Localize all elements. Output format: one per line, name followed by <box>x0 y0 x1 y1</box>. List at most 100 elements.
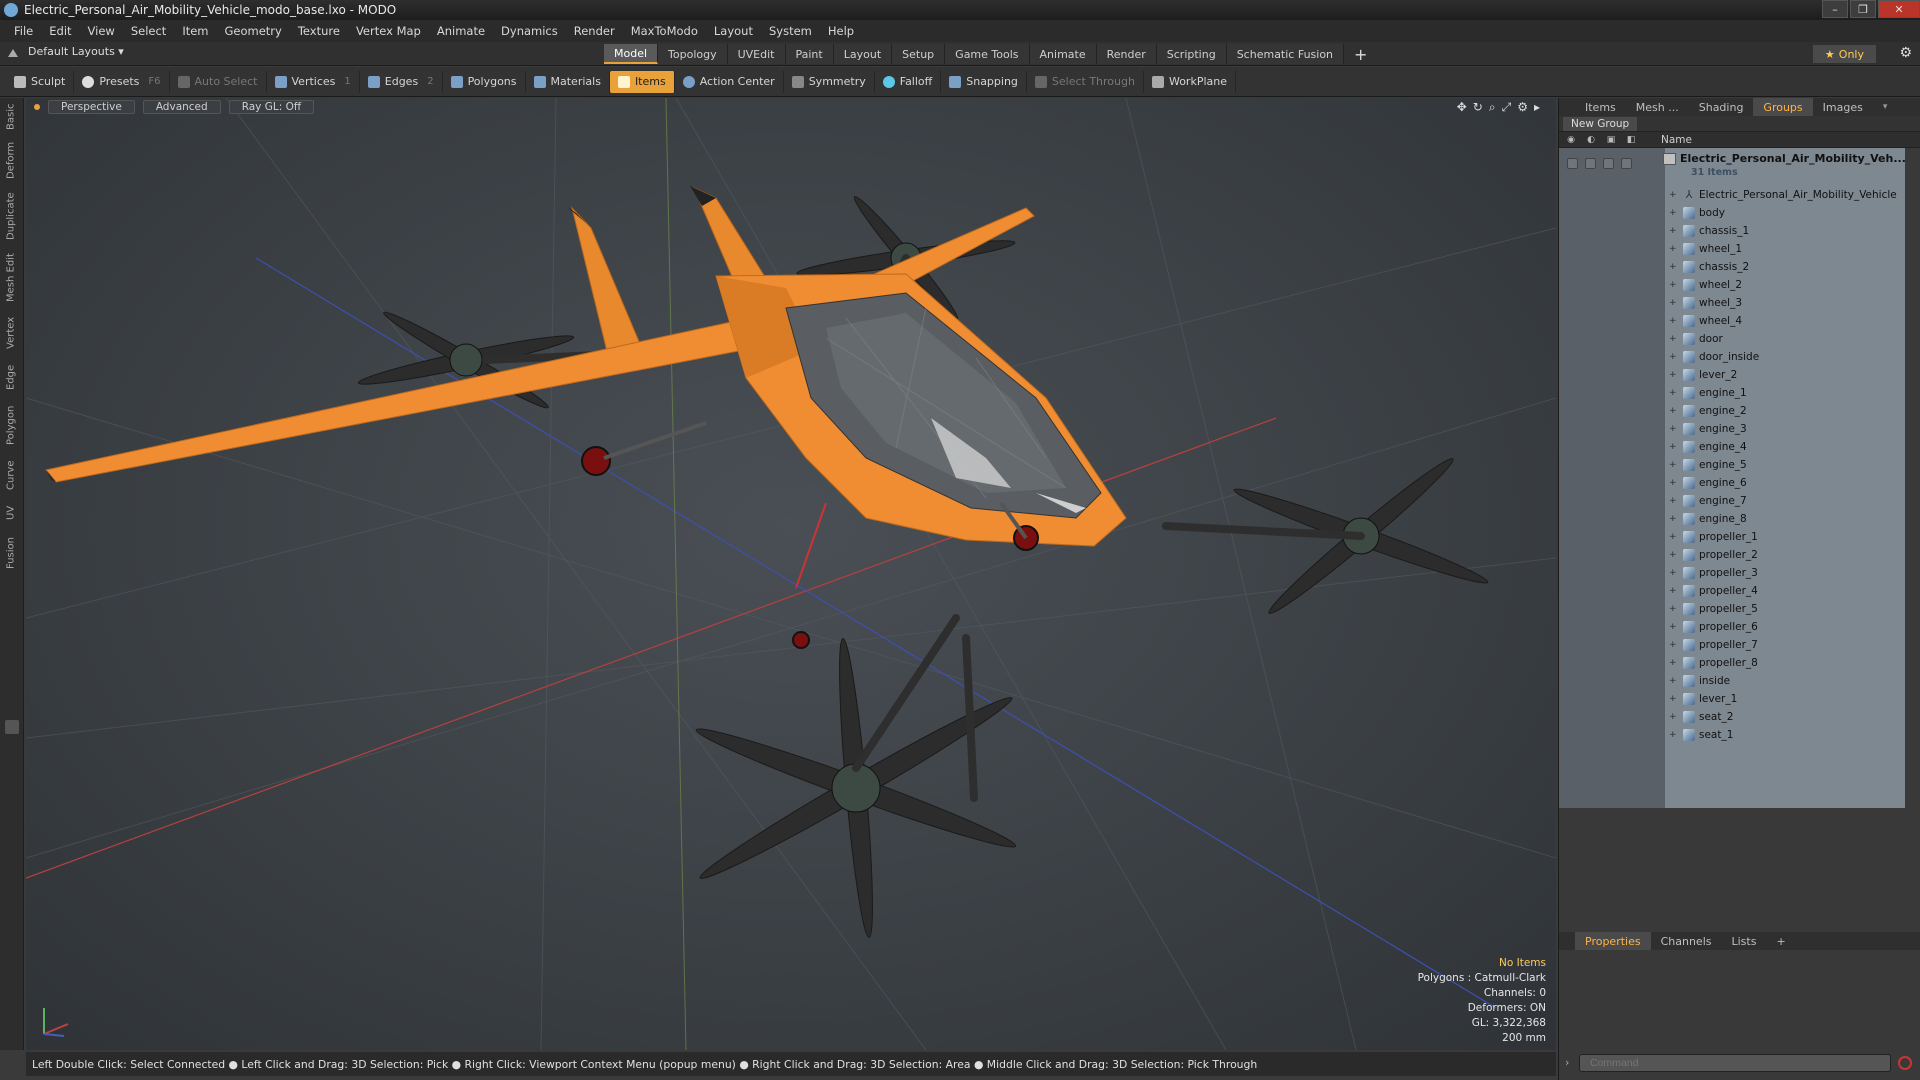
record-macro-icon[interactable] <box>1898 1056 1912 1070</box>
menu-layout[interactable]: Layout <box>706 24 761 38</box>
list-item[interactable]: + engine_4 <box>1559 438 1905 455</box>
list-item[interactable]: + propeller_4 <box>1559 582 1905 599</box>
tab-schematic-fusion[interactable]: Schematic Fusion <box>1226 44 1345 64</box>
panel-toggle-icon[interactable] <box>5 720 19 734</box>
lefttab-basic[interactable]: Basic <box>3 102 19 132</box>
viewport-settings-icon[interactable]: ⚙ <box>1517 100 1528 115</box>
minimize-button[interactable]: – <box>1822 0 1848 18</box>
lefttab-deform[interactable]: Deform <box>3 140 19 180</box>
shading-advanced-button[interactable]: Advanced <box>142 100 221 114</box>
close-button[interactable]: ✕ <box>1878 0 1920 18</box>
menu-vertex-map[interactable]: Vertex Map <box>348 24 429 38</box>
list-item[interactable]: + wheel_4 <box>1559 312 1905 329</box>
list-item[interactable]: + engine_8 <box>1559 510 1905 527</box>
expand-arrow-icon[interactable]: + <box>1669 226 1677 236</box>
lock-column-icon[interactable]: ▣ <box>1603 133 1619 147</box>
command-input[interactable] <box>1579 1054 1891 1072</box>
view-perspective-button[interactable]: Perspective <box>48 100 135 114</box>
expand-arrow-icon[interactable]: + <box>1669 406 1677 416</box>
raygl-toggle[interactable]: Ray GL: Off <box>228 100 315 114</box>
tab-uvedit[interactable]: UVEdit <box>727 44 786 64</box>
list-item[interactable]: + lever_1 <box>1559 690 1905 707</box>
list-item[interactable]: + engine_3 <box>1559 420 1905 437</box>
list-item[interactable]: + inside <box>1559 672 1905 689</box>
list-item[interactable]: + engine_1 <box>1559 384 1905 401</box>
fit-view-icon[interactable]: ⤢ <box>1502 100 1512 115</box>
tab-groups[interactable]: Groups <box>1753 98 1813 116</box>
expand-arrow-icon[interactable]: + <box>1669 676 1677 686</box>
expand-arrow-icon[interactable]: + <box>1669 496 1677 506</box>
add-tab-icon[interactable]: + <box>1766 932 1795 950</box>
tab-scripting[interactable]: Scripting <box>1156 44 1227 64</box>
lefttab-fusion[interactable]: Fusion <box>3 534 19 572</box>
expand-arrow-icon[interactable]: + <box>1669 316 1677 326</box>
groups-list[interactable]: Electric_Personal_Air_Mobility_Veh... 31 … <box>1559 148 1906 808</box>
expand-arrow-icon[interactable]: + <box>1669 514 1677 524</box>
expand-arrow-icon[interactable]: + <box>1669 388 1677 398</box>
expand-arrow-icon[interactable]: + <box>1669 298 1677 308</box>
name-column-header[interactable]: Name <box>1661 134 1692 146</box>
expand-arrow-icon[interactable]: + <box>1669 712 1677 722</box>
3d-viewport[interactable]: Perspective Advanced Ray GL: Off ✥ ↻ ⌕ ⤢… <box>26 98 1556 1050</box>
expand-arrow-icon[interactable]: + <box>1669 604 1677 614</box>
items-button[interactable]: Items <box>609 70 675 93</box>
expand-arrow-icon[interactable]: + <box>1669 730 1677 740</box>
expand-arrow-icon[interactable]: + <box>1669 550 1677 560</box>
list-item[interactable]: + wheel_1 <box>1559 240 1905 257</box>
menu-view[interactable]: View <box>80 24 123 38</box>
list-item[interactable]: + door_inside <box>1559 348 1905 365</box>
default-layouts-dropdown[interactable]: Default Layouts ▾ <box>8 45 124 58</box>
menu-item[interactable]: Item <box>174 24 216 38</box>
workplane-button[interactable]: WorkPlane <box>1144 70 1236 93</box>
row-toggle-checkbox[interactable] <box>1621 158 1632 169</box>
expand-arrow-icon[interactable]: + <box>1669 586 1677 596</box>
expand-arrow-icon[interactable]: + <box>1669 532 1677 542</box>
lefttab-vertex[interactable]: Vertex <box>3 314 19 352</box>
vertices-button[interactable]: Vertices 1 <box>267 70 360 93</box>
expand-arrow-icon[interactable]: + <box>1669 568 1677 578</box>
list-item[interactable]: + engine_6 <box>1559 474 1905 491</box>
zoom-view-icon[interactable]: ⌕ <box>1489 100 1496 115</box>
falloff-button[interactable]: Falloff <box>875 70 942 93</box>
action-center-button[interactable]: Action Center <box>675 70 784 93</box>
menu-maxtomodo[interactable]: MaxToModo <box>623 24 706 38</box>
menu-select[interactable]: Select <box>123 24 174 38</box>
menu-dynamics[interactable]: Dynamics <box>493 24 566 38</box>
menu-texture[interactable]: Texture <box>290 24 348 38</box>
list-item[interactable]: + chassis_2 <box>1559 258 1905 275</box>
expand-arrow-icon[interactable]: + <box>1669 478 1677 488</box>
restore-button[interactable]: ❐ <box>1850 0 1876 18</box>
group-row[interactable]: Electric_Personal_Air_Mobility_Veh... 31 … <box>1559 152 1906 180</box>
row-toggle-checkbox[interactable] <box>1585 158 1596 169</box>
snapping-button[interactable]: Snapping <box>941 70 1027 93</box>
list-item[interactable]: + propeller_7 <box>1559 636 1905 653</box>
tab-model[interactable]: Model <box>604 44 659 64</box>
list-item[interactable]: + engine_5 <box>1559 456 1905 473</box>
expand-arrow-icon[interactable]: + <box>1669 424 1677 434</box>
visibility-column-icon[interactable]: ◉ <box>1563 133 1579 147</box>
add-tab-button[interactable]: + <box>1344 44 1377 64</box>
menu-geometry[interactable]: Geometry <box>217 24 290 38</box>
tab-shading[interactable]: Shading <box>1689 98 1754 116</box>
list-item[interactable]: + body <box>1559 204 1905 221</box>
list-item[interactable]: + wheel_2 <box>1559 276 1905 293</box>
tab-render[interactable]: Render <box>1096 44 1157 64</box>
move-view-icon[interactable]: ✥ <box>1457 100 1467 115</box>
gear-icon[interactable]: ⚙ <box>1899 45 1912 61</box>
tab-items[interactable]: Items <box>1575 98 1626 116</box>
menu-animate[interactable]: Animate <box>429 24 493 38</box>
tab-animate[interactable]: Animate <box>1029 44 1097 64</box>
lefttab-curve[interactable]: Curve <box>3 458 19 492</box>
sculpt-button[interactable]: Sculpt <box>6 70 75 93</box>
expand-arrow-icon[interactable]: + <box>1669 352 1677 362</box>
list-item[interactable]: + seat_2 <box>1559 708 1905 725</box>
tab-topology[interactable]: Topology <box>658 44 728 64</box>
tab-setup[interactable]: Setup <box>892 44 946 64</box>
rotate-view-icon[interactable]: ↻ <box>1473 100 1483 115</box>
lefttab-duplicate[interactable]: Duplicate <box>3 190 19 242</box>
expand-arrow-icon[interactable]: + <box>1669 208 1677 218</box>
command-history-arrow-icon[interactable]: › <box>1565 1056 1569 1069</box>
expand-arrow-icon[interactable]: + <box>1669 370 1677 380</box>
expand-arrow-icon[interactable]: + <box>1669 334 1677 344</box>
list-item[interactable]: + propeller_2 <box>1559 546 1905 563</box>
